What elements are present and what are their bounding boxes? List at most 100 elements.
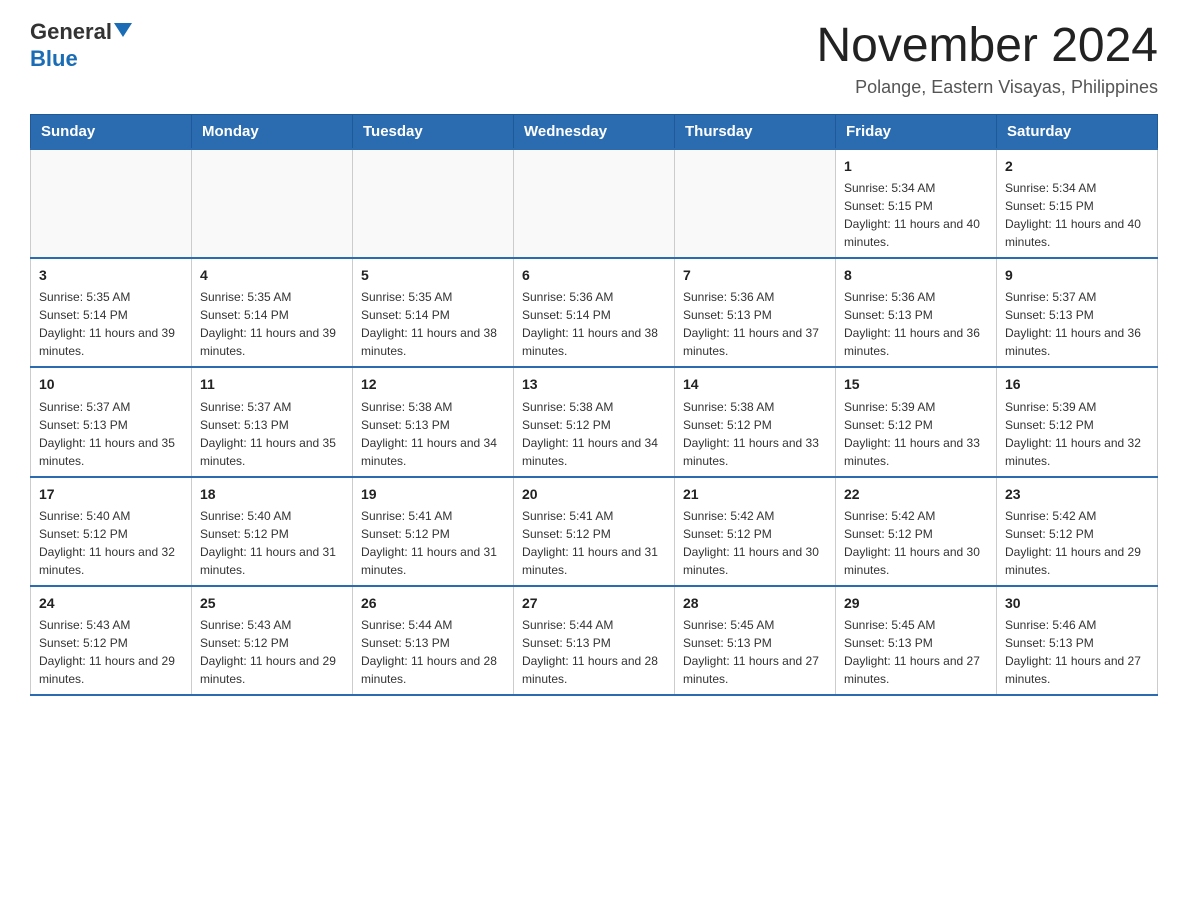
calendar-cell: 4Sunrise: 5:35 AM Sunset: 5:14 PM Daylig… (192, 258, 353, 367)
title-area: November 2024 Polange, Eastern Visayas, … (816, 20, 1158, 98)
calendar-cell: 25 Sunrise: 5:43 AM Sunset: 5:12 PM Dayli… (192, 586, 353, 695)
calendar-cell: 20Sunrise: 5:41 AM Sunset: 5:12 PM Dayli… (514, 477, 675, 586)
day-info: Sunrise: 5:41 AM Sunset: 5:12 PM Dayligh… (361, 507, 505, 579)
day-info: Sunrise: 5:39 AM Sunset: 5:12 PM Dayligh… (844, 398, 988, 470)
col-monday: Monday (192, 114, 353, 149)
day-info: Sunrise: 5:36 AM Sunset: 5:13 PM Dayligh… (844, 288, 988, 360)
calendar-week-2: 3 Sunrise: 5:35 AM Sunset: 5:14 PM Daylig… (31, 258, 1158, 367)
day-number: 9 (1005, 265, 1149, 285)
day-number: 22 (844, 484, 988, 504)
day-info: Sunrise: 5:40 AM Sunset: 5:12 PM Dayligh… (39, 507, 183, 579)
day-number: 23 (1005, 484, 1149, 504)
day-info: Sunrise: 5:35 AM Sunset: 5:14 PM Dayligh… (39, 288, 183, 360)
col-thursday: Thursday (675, 114, 836, 149)
calendar-cell: 9 Sunrise: 5:37 AM Sunset: 5:13 PM Daylig… (997, 258, 1158, 367)
calendar-cell (31, 149, 192, 258)
calendar-cell: 11 Sunrise: 5:37 AM Sunset: 5:13 PM Dayli… (192, 367, 353, 476)
day-info: Sunrise: 5:43 AM Sunset: 5:12 PM Dayligh… (200, 616, 344, 688)
day-number: 27 (522, 593, 666, 613)
day-number: 18 (200, 484, 344, 504)
day-info: Sunrise: 5:37 AM Sunset: 5:13 PM Dayligh… (39, 398, 183, 470)
day-number: 16 (1005, 374, 1149, 394)
logo-triangle-icon (114, 23, 132, 37)
calendar-cell: 13Sunrise: 5:38 AM Sunset: 5:12 PM Dayli… (514, 367, 675, 476)
calendar-cell: 5 Sunrise: 5:35 AM Sunset: 5:14 PM Daylig… (353, 258, 514, 367)
calendar-cell: 18 Sunrise: 5:40 AM Sunset: 5:12 PM Dayli… (192, 477, 353, 586)
day-info: Sunrise: 5:42 AM Sunset: 5:12 PM Dayligh… (683, 507, 827, 579)
day-info: Sunrise: 5:42 AM Sunset: 5:12 PM Dayligh… (844, 507, 988, 579)
calendar-cell (353, 149, 514, 258)
calendar-cell: 26 Sunrise: 5:44 AM Sunset: 5:13 PM Dayli… (353, 586, 514, 695)
day-info: Sunrise: 5:42 AM Sunset: 5:12 PM Dayligh… (1005, 507, 1149, 579)
day-info: Sunrise: 5:35 AM Sunset: 5:14 PM Dayligh… (361, 288, 505, 360)
day-number: 8 (844, 265, 988, 285)
calendar-week-1: 1 Sunrise: 5:34 AM Sunset: 5:15 PM Daylig… (31, 149, 1158, 258)
logo-blue: Blue (30, 46, 78, 72)
day-info: Sunrise: 5:38 AM Sunset: 5:12 PM Dayligh… (522, 398, 666, 470)
day-info: Sunrise: 5:35 AM Sunset: 5:14 PM Dayligh… (200, 288, 344, 360)
col-friday: Friday (836, 114, 997, 149)
day-info: Sunrise: 5:44 AM Sunset: 5:13 PM Dayligh… (361, 616, 505, 688)
col-tuesday: Tuesday (353, 114, 514, 149)
logo-text: General (30, 20, 132, 44)
calendar-cell: 8 Sunrise: 5:36 AM Sunset: 5:13 PM Daylig… (836, 258, 997, 367)
day-info: Sunrise: 5:38 AM Sunset: 5:12 PM Dayligh… (683, 398, 827, 470)
calendar-cell: 7Sunrise: 5:36 AM Sunset: 5:13 PM Daylig… (675, 258, 836, 367)
calendar-cell: 10 Sunrise: 5:37 AM Sunset: 5:13 PM Dayli… (31, 367, 192, 476)
day-number: 15 (844, 374, 988, 394)
calendar-cell: 24 Sunrise: 5:43 AM Sunset: 5:12 PM Dayli… (31, 586, 192, 695)
calendar-cell: 19 Sunrise: 5:41 AM Sunset: 5:12 PM Dayli… (353, 477, 514, 586)
day-info: Sunrise: 5:43 AM Sunset: 5:12 PM Dayligh… (39, 616, 183, 688)
day-number: 25 (200, 593, 344, 613)
day-number: 30 (1005, 593, 1149, 613)
day-info: Sunrise: 5:45 AM Sunset: 5:13 PM Dayligh… (683, 616, 827, 688)
logo: General Blue (30, 20, 132, 72)
calendar-cell: 1 Sunrise: 5:34 AM Sunset: 5:15 PM Daylig… (836, 149, 997, 258)
calendar-cell: 16 Sunrise: 5:39 AM Sunset: 5:12 PM Dayli… (997, 367, 1158, 476)
day-info: Sunrise: 5:37 AM Sunset: 5:13 PM Dayligh… (200, 398, 344, 470)
day-number: 20 (522, 484, 666, 504)
day-number: 21 (683, 484, 827, 504)
calendar-cell: 28 Sunrise: 5:45 AM Sunset: 5:13 PM Dayli… (675, 586, 836, 695)
calendar-cell (514, 149, 675, 258)
calendar-cell: 6Sunrise: 5:36 AM Sunset: 5:14 PM Daylig… (514, 258, 675, 367)
calendar-cell (675, 149, 836, 258)
day-number: 1 (844, 156, 988, 176)
calendar-cell: 21 Sunrise: 5:42 AM Sunset: 5:12 PM Dayli… (675, 477, 836, 586)
col-saturday: Saturday (997, 114, 1158, 149)
calendar-table: Sunday Monday Tuesday Wednesday Thursday… (30, 114, 1158, 696)
day-number: 10 (39, 374, 183, 394)
calendar-cell: 12Sunrise: 5:38 AM Sunset: 5:13 PM Dayli… (353, 367, 514, 476)
day-info: Sunrise: 5:46 AM Sunset: 5:13 PM Dayligh… (1005, 616, 1149, 688)
day-number: 28 (683, 593, 827, 613)
calendar-cell: 27 Sunrise: 5:44 AM Sunset: 5:13 PM Dayli… (514, 586, 675, 695)
day-number: 17 (39, 484, 183, 504)
day-number: 19 (361, 484, 505, 504)
day-info: Sunrise: 5:39 AM Sunset: 5:12 PM Dayligh… (1005, 398, 1149, 470)
header-row: Sunday Monday Tuesday Wednesday Thursday… (31, 114, 1158, 149)
day-info: Sunrise: 5:36 AM Sunset: 5:13 PM Dayligh… (683, 288, 827, 360)
day-number: 26 (361, 593, 505, 613)
day-info: Sunrise: 5:45 AM Sunset: 5:13 PM Dayligh… (844, 616, 988, 688)
day-number: 11 (200, 374, 344, 394)
day-number: 24 (39, 593, 183, 613)
day-info: Sunrise: 5:40 AM Sunset: 5:12 PM Dayligh… (200, 507, 344, 579)
col-sunday: Sunday (31, 114, 192, 149)
day-info: Sunrise: 5:34 AM Sunset: 5:15 PM Dayligh… (1005, 179, 1149, 251)
day-info: Sunrise: 5:44 AM Sunset: 5:13 PM Dayligh… (522, 616, 666, 688)
calendar-cell: 30 Sunrise: 5:46 AM Sunset: 5:13 PM Dayli… (997, 586, 1158, 695)
calendar-week-3: 10 Sunrise: 5:37 AM Sunset: 5:13 PM Dayli… (31, 367, 1158, 476)
calendar-cell: 14Sunrise: 5:38 AM Sunset: 5:12 PM Dayli… (675, 367, 836, 476)
location-subtitle: Polange, Eastern Visayas, Philippines (816, 77, 1158, 98)
month-year-title: November 2024 (816, 20, 1158, 73)
col-wednesday: Wednesday (514, 114, 675, 149)
calendar-cell: 17 Sunrise: 5:40 AM Sunset: 5:12 PM Dayli… (31, 477, 192, 586)
day-number: 5 (361, 265, 505, 285)
day-number: 6 (522, 265, 666, 285)
day-number: 3 (39, 265, 183, 285)
day-info: Sunrise: 5:37 AM Sunset: 5:13 PM Dayligh… (1005, 288, 1149, 360)
calendar-week-4: 17 Sunrise: 5:40 AM Sunset: 5:12 PM Dayli… (31, 477, 1158, 586)
day-number: 2 (1005, 156, 1149, 176)
calendar-cell: 29Sunrise: 5:45 AM Sunset: 5:13 PM Dayli… (836, 586, 997, 695)
day-info: Sunrise: 5:34 AM Sunset: 5:15 PM Dayligh… (844, 179, 988, 251)
